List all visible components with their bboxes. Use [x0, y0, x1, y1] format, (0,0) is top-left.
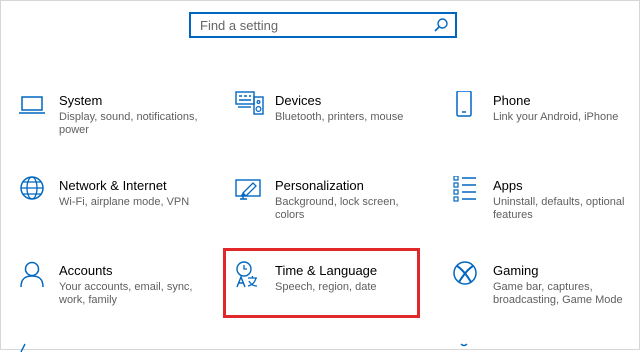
devices-icon — [235, 91, 265, 121]
tile-title: Apps — [493, 178, 523, 193]
tile-title: Personalization — [275, 178, 364, 193]
tile-title: Accounts — [59, 263, 113, 278]
settings-tile-network[interactable]: Network & Internet Wi-Fi, airplane mode,… — [19, 176, 219, 236]
tile-description: Game bar, captures, broadcasting, Game M… — [493, 281, 623, 306]
tile-title: Devices — [275, 93, 322, 108]
selection-highlight — [223, 248, 420, 318]
partial-icon — [19, 339, 37, 353]
settings-tile-system[interactable]: System Display, sound, notifications, po… — [19, 91, 219, 151]
tile-description: Background, lock screen, colors — [275, 196, 399, 221]
settings-tile-apps[interactable]: Apps Uninstall, defaults, optional featu… — [453, 176, 640, 236]
tile-description: Bluetooth, printers, mouse — [275, 111, 404, 123]
settings-tile-phone[interactable]: Phone Link your Android, iPhone — [453, 91, 640, 151]
xbox-icon — [453, 261, 483, 291]
tile-description: Your accounts, email, sync, work, family — [59, 281, 193, 306]
apps-list-icon — [453, 176, 483, 206]
tile-description: Display, sound, notifications, power — [59, 111, 198, 136]
tile-description: Uninstall, defaults, optional features — [493, 196, 625, 221]
settings-tile-devices[interactable]: Devices Bluetooth, printers, mouse — [235, 91, 435, 151]
search-box[interactable] — [189, 12, 457, 38]
phone-icon — [453, 91, 483, 121]
person-icon — [19, 261, 49, 291]
search-input[interactable] — [191, 14, 429, 36]
globe-icon — [19, 176, 49, 206]
laptop-icon — [19, 91, 49, 121]
search-icon[interactable] — [433, 17, 449, 33]
personalization-icon — [235, 176, 265, 206]
tile-description: Link your Android, iPhone — [493, 111, 619, 123]
tile-title: System — [59, 93, 103, 108]
partial-icon — [453, 339, 471, 351]
tile-description: Wi-Fi, airplane mode, VPN — [59, 196, 190, 208]
settings-tile-gaming[interactable]: Gaming Game bar, captures, broadcasting,… — [453, 261, 640, 321]
tile-title: Phone — [493, 93, 531, 108]
settings-tile-accounts[interactable]: Accounts Your accounts, email, sync, wor… — [19, 261, 219, 321]
tile-title: Gaming — [493, 263, 539, 278]
tile-title: Network & Internet — [59, 178, 167, 193]
settings-tile-personalization[interactable]: Personalization Background, lock screen,… — [235, 176, 435, 236]
